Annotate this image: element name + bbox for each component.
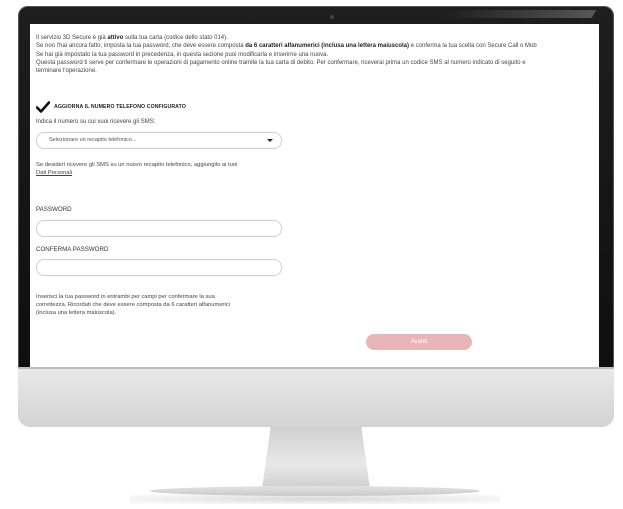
camera-dot [330, 15, 334, 19]
personal-data-link[interactable]: Dati Personali [36, 170, 237, 178]
next-button[interactable]: Avanti [366, 334, 472, 350]
checkmark-icon[interactable] [36, 101, 50, 113]
sms-label: Indica il numero su cui vuoi ricevere gl… [36, 119, 156, 125]
update-phone-checkbox[interactable]: AGGIORNA IL NUMERO TELEFONO CONFIGURATO [36, 101, 186, 113]
phone-select[interactable]: Selezionare un recapito telefonico... [36, 132, 282, 149]
phone-select-value: Selezionare un recapito telefonico... [49, 137, 137, 143]
note-text: Se desideri ricevere gli SMS su un nuovo… [36, 162, 238, 168]
intro-line-2: Se non l'hai ancora fatto, imposta la tu… [36, 43, 537, 50]
intro-line-4: Questa password ti serve per confermare … [36, 59, 526, 66]
monitor-stand [262, 427, 370, 489]
monitor-chin [18, 367, 614, 427]
confirm-password-label: CONFERMA PASSWORD [36, 246, 109, 253]
intro-line-1: Il servizio 3D Secure è già attivo sulla… [36, 35, 228, 41]
new-phone-note: Se desideri ricevere gli SMS su un nuovo… [36, 162, 237, 178]
confirm-password-input[interactable] [36, 259, 282, 276]
monitor-base [150, 486, 480, 496]
password-input[interactable] [36, 220, 282, 237]
hint-line-2: correttezza. Ricordati che deve essere c… [36, 301, 230, 308]
bezel-glare [441, 10, 597, 18]
intro-text: Il servizio 3D Secure è già attivo sulla… [36, 34, 596, 75]
hint-line-1: Inserisci la tua password in entrambi pe… [36, 294, 215, 300]
password-label: PASSWORD [36, 206, 72, 213]
chevron-down-icon [267, 139, 273, 142]
chin-divider [18, 367, 614, 369]
screen: Il servizio 3D Secure è già attivo sulla… [30, 24, 599, 367]
intro-line-3: Se hai già impostato la tua password in … [36, 51, 329, 58]
intro-line-5: terminare l'operazione. [36, 68, 97, 75]
hint-line-3: (inclusa una lettera maiuscola). [36, 309, 117, 316]
password-hint: Inserisci la tua password in entrambi pe… [36, 294, 230, 317]
checkbox-label: AGGIORNA IL NUMERO TELEFONO CONFIGURATO [54, 104, 186, 110]
